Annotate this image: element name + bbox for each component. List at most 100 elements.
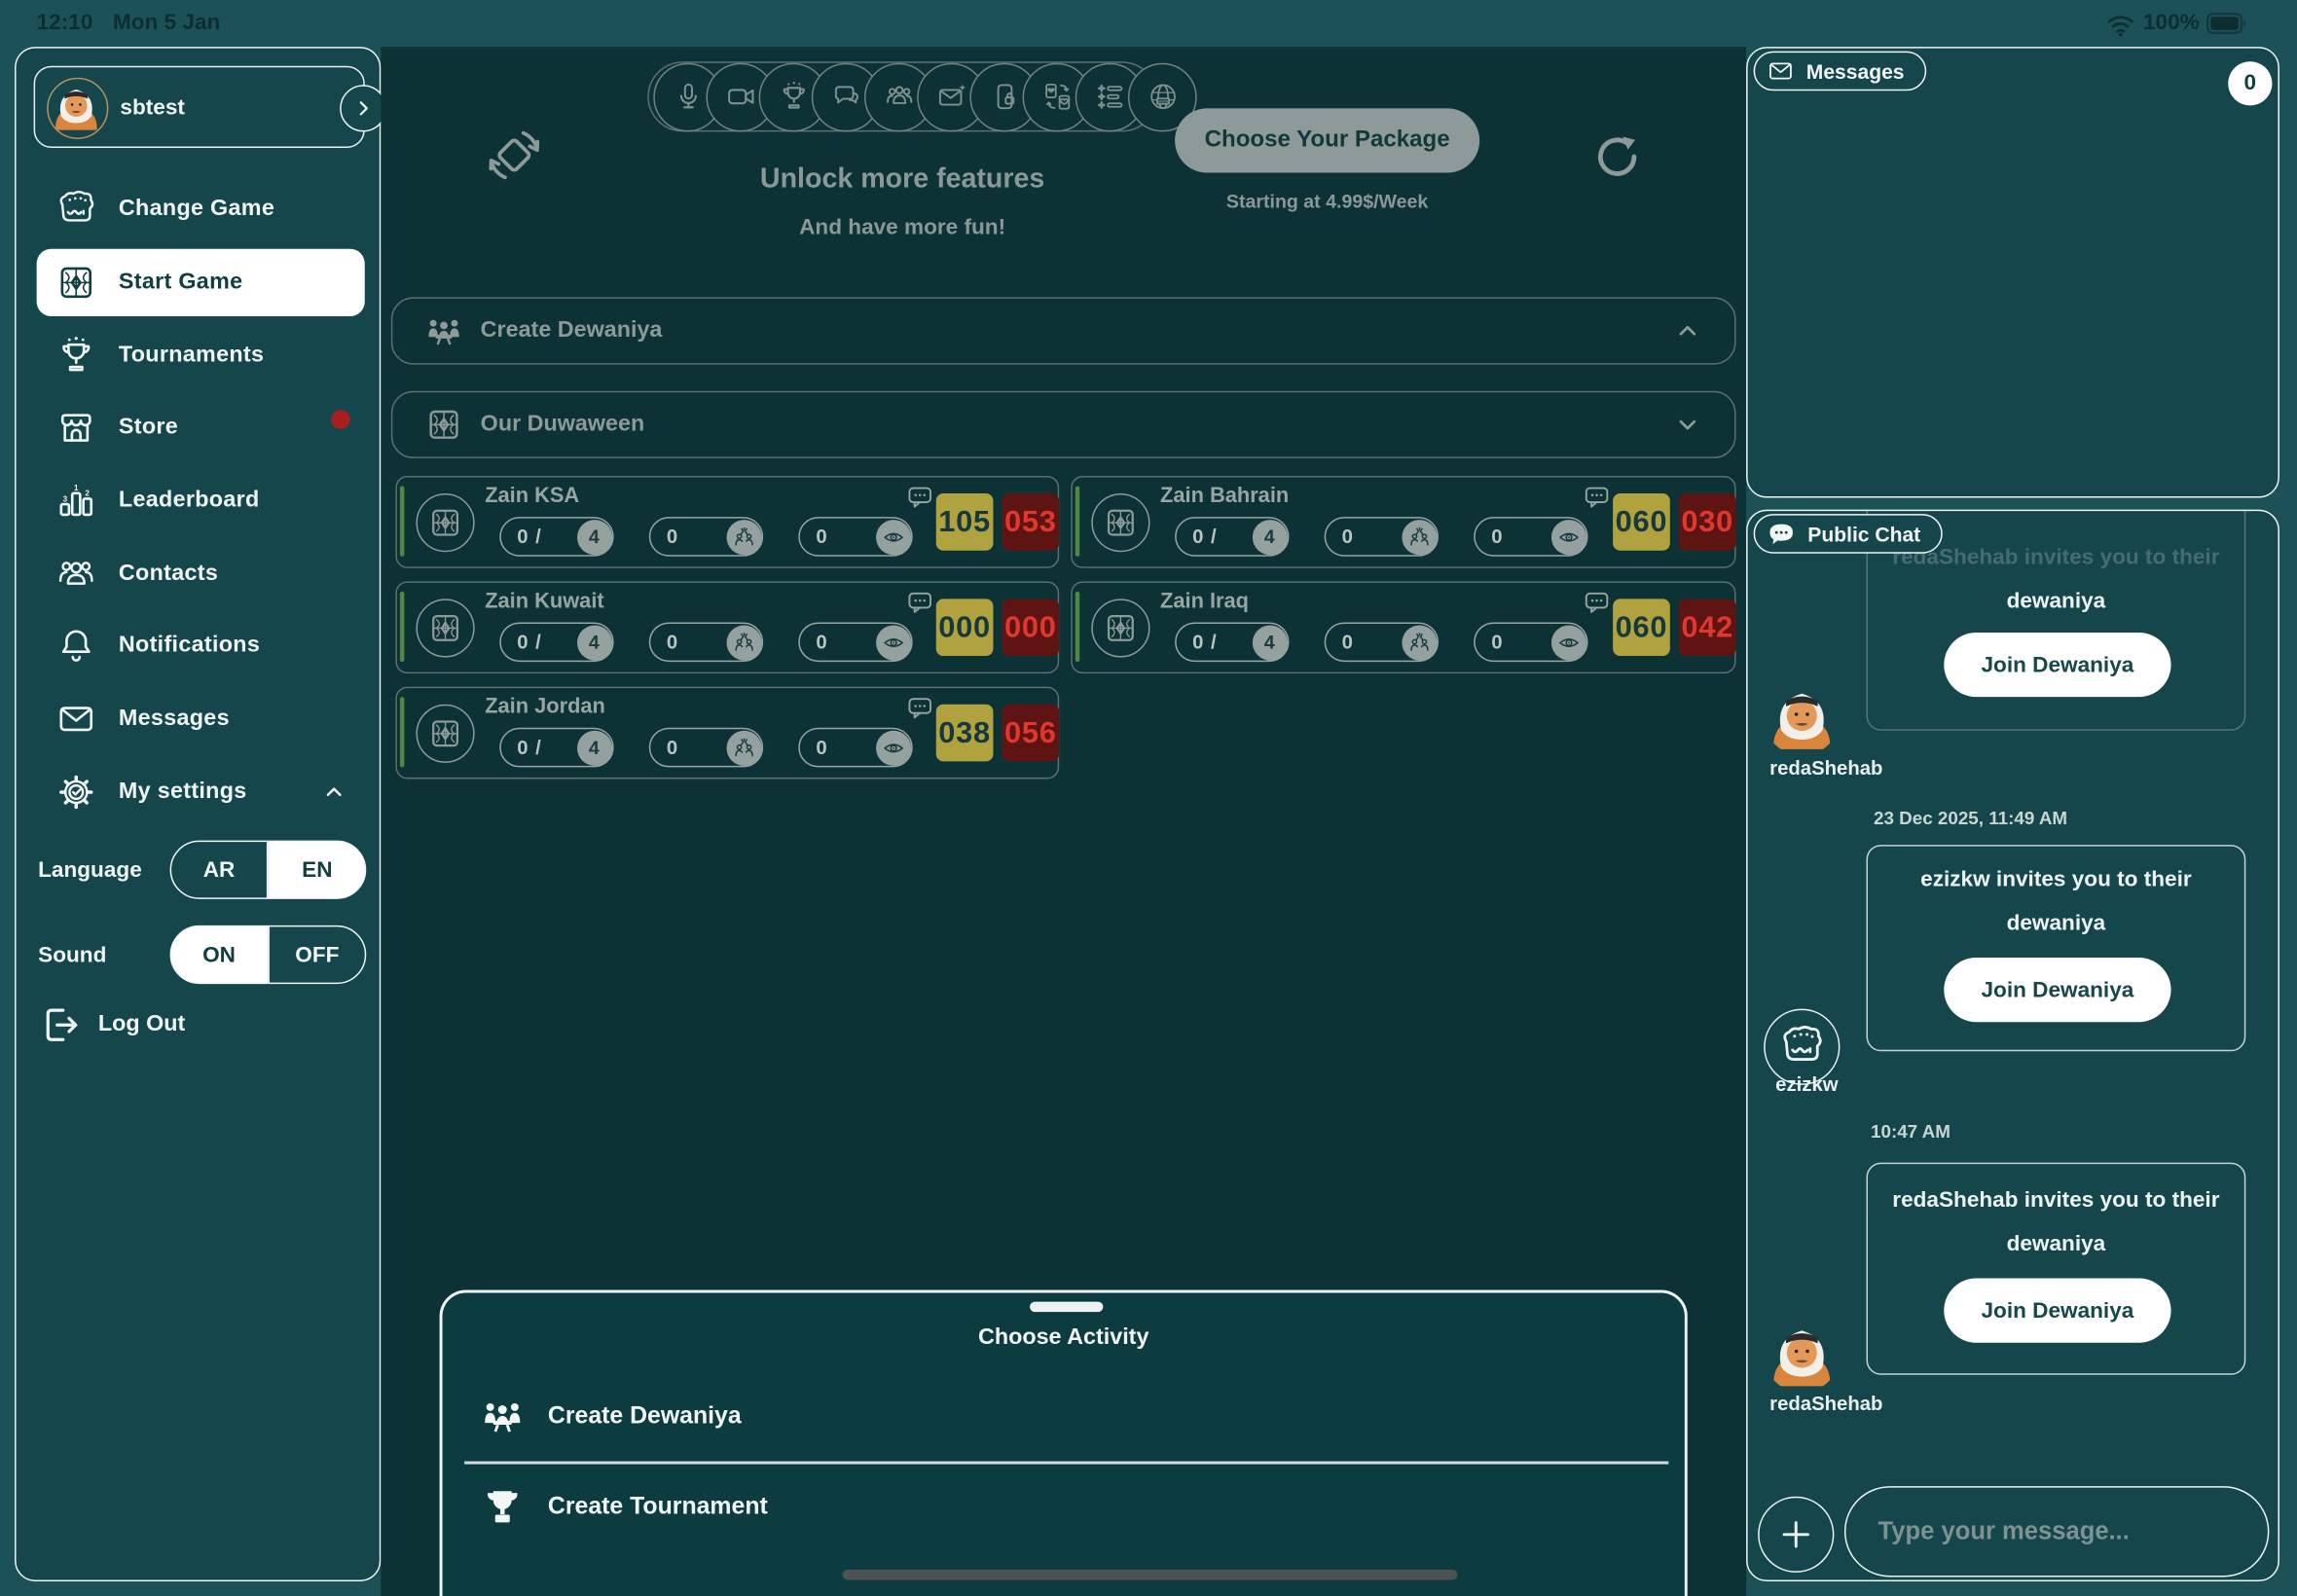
cheers-count-pill: 0	[1325, 517, 1439, 557]
envelope-icon	[1767, 57, 1795, 86]
sidebar-item-contacts[interactable]: Contacts	[37, 540, 365, 607]
score-right: 000	[1002, 598, 1059, 656]
choose-activity-sheet: Choose Activity Create Dewaniya Create T…	[440, 1290, 1688, 1596]
players-count-pill: 0/4	[499, 517, 613, 557]
room-card-zain-bahrain[interactable]: Zain Bahrain 0/4 0 0 060 030	[1071, 476, 1735, 568]
join-dewaniya-button[interactable]: Join Dewaniya	[1944, 958, 2170, 1022]
game-board-icon	[416, 705, 474, 763]
score-left: 060	[1613, 493, 1670, 551]
sidebar: sbtest Change Game Start Game Tournament…	[15, 47, 381, 1581]
bell-icon	[52, 621, 101, 671]
room-chat-icon[interactable]	[905, 694, 934, 723]
home-indicator[interactable]	[842, 1570, 1457, 1580]
option-create-dewaniya[interactable]: Create Dewaniya	[443, 1375, 1685, 1457]
leaderboard-icon	[52, 476, 101, 526]
score-left: 000	[936, 598, 994, 656]
room-card-zain-ksa[interactable]: Zain KSA 0/4 0 0 105 053	[395, 476, 1059, 568]
cheers-icon	[732, 525, 755, 548]
join-dewaniya-button[interactable]: Join Dewaniya	[1944, 633, 2170, 697]
contacts-icon	[52, 549, 101, 598]
profile-expand-button[interactable]	[340, 85, 386, 131]
refresh-icon[interactable]	[1594, 133, 1641, 180]
option-create-tournament[interactable]: Create Tournament	[443, 1466, 1685, 1547]
chevron-right-icon	[351, 96, 375, 120]
main-area: Unlock more features And have more fun! …	[381, 47, 1746, 1596]
room-active-indicator	[400, 697, 405, 767]
profile-card[interactable]: sbtest	[34, 66, 365, 148]
score-left: 105	[936, 493, 994, 551]
trophy-icon	[481, 1485, 525, 1529]
join-dewaniya-button[interactable]: Join Dewaniya	[1944, 1279, 2170, 1343]
sound-option-off[interactable]: OFF	[268, 925, 366, 984]
eye-icon	[881, 631, 904, 654]
game-board-icon	[424, 406, 462, 444]
sidebar-item-start-game[interactable]: Start Game	[37, 249, 365, 316]
chat-message-input[interactable]	[1844, 1486, 2269, 1577]
room-chat-icon[interactable]	[905, 484, 934, 513]
choose-package-button[interactable]: Choose Your Package	[1175, 108, 1479, 172]
public-chat-header[interactable]: Public Chat	[1754, 514, 1943, 554]
dewaniya-icon	[424, 311, 462, 349]
room-active-indicator	[1076, 592, 1080, 662]
room-active-indicator	[1076, 487, 1080, 557]
sidebar-item-notifications[interactable]: Notifications	[37, 612, 365, 679]
battery-icon	[2206, 11, 2247, 37]
profile-name: sbtest	[120, 95, 185, 121]
sound-option-on[interactable]: ON	[170, 925, 269, 984]
language-option-ar[interactable]: AR	[170, 841, 269, 899]
eye-icon	[881, 525, 904, 548]
sidebar-item-store[interactable]: Store	[37, 394, 365, 461]
logout-icon	[37, 1001, 84, 1048]
store-icon	[52, 403, 101, 453]
messages-count-badge: 0	[2228, 61, 2272, 105]
score-left: 038	[936, 705, 994, 762]
cheers-icon	[732, 631, 755, 654]
promo-subtitle: And have more fun!	[653, 215, 1151, 240]
app-root: 12:10 Mon 5 Jan 100% sbtest Change Game …	[0, 0, 2297, 1596]
room-card-zain-kuwait[interactable]: Zain Kuwait 0/4 0 0 000 000	[395, 581, 1059, 673]
score-right: 030	[1679, 493, 1736, 551]
language-label: Language	[38, 858, 142, 884]
chat-invite-card: ezizkw invites you to their dewaniya Joi…	[1866, 845, 2245, 1051]
attach-plus-button[interactable]	[1758, 1497, 1834, 1573]
sidebar-item-tournaments[interactable]: Tournaments	[37, 322, 365, 389]
status-bar: 12:10 Mon 5 Jan 100%	[0, 0, 2297, 47]
cheers-icon	[1407, 631, 1431, 654]
eye-icon	[1556, 525, 1580, 548]
accordion-create-dewaniya[interactable]: Create Dewaniya	[391, 297, 1736, 364]
premium-features-capsule	[647, 61, 1157, 131]
accordion-our-duwaween[interactable]: Our Duwaween	[391, 391, 1736, 458]
plus-icon	[1777, 1515, 1815, 1553]
avatar-redashehab[interactable]	[1764, 1317, 1840, 1393]
eye-icon	[1556, 631, 1580, 654]
cheers-icon	[732, 736, 755, 759]
room-card-zain-iraq[interactable]: Zain Iraq 0/4 0 0 060 042	[1071, 581, 1735, 673]
public-chat-scroll[interactable]: redaShehab invites you to their dewaniya…	[1748, 511, 2279, 1579]
room-card-zain-jordan[interactable]: Zain Jordan 0/4 0 0 038 056	[395, 687, 1059, 780]
chat-bubble-icon	[1767, 519, 1796, 548]
cheers-count-pill: 0	[649, 728, 763, 768]
game-board-icon	[1091, 493, 1149, 552]
room-chat-icon[interactable]	[1583, 484, 1612, 513]
envelope-icon	[52, 694, 101, 744]
logout-button[interactable]: Log Out	[37, 1001, 186, 1048]
game-board-icon	[416, 598, 474, 657]
game-board-icon	[52, 258, 101, 308]
sidebar-item-change-game[interactable]: Change Game	[37, 176, 365, 243]
wifi-icon	[2105, 12, 2136, 38]
watchers-count-pill: 0	[798, 517, 912, 557]
language-option-en[interactable]: EN	[268, 841, 366, 899]
avatar-redashehab[interactable]	[1764, 679, 1840, 755]
messages-panel-header[interactable]: Messages	[1754, 52, 1927, 91]
sound-label: Sound	[38, 943, 106, 968]
score-right: 053	[1002, 493, 1059, 551]
chat-invite-card: redaShehab invites you to their dewaniya…	[1866, 1163, 2245, 1375]
sidebar-item-leaderboard[interactable]: Leaderboard	[37, 467, 365, 534]
sidebar-item-my-settings[interactable]: My settings	[37, 758, 365, 825]
room-chat-icon[interactable]	[1583, 589, 1612, 618]
sheet-drag-handle[interactable]	[1030, 1302, 1103, 1313]
room-chat-icon[interactable]	[905, 589, 934, 618]
caret-up-icon	[321, 779, 347, 805]
cheers-count-pill: 0	[1325, 622, 1439, 662]
sidebar-item-messages[interactable]: Messages	[37, 685, 365, 752]
